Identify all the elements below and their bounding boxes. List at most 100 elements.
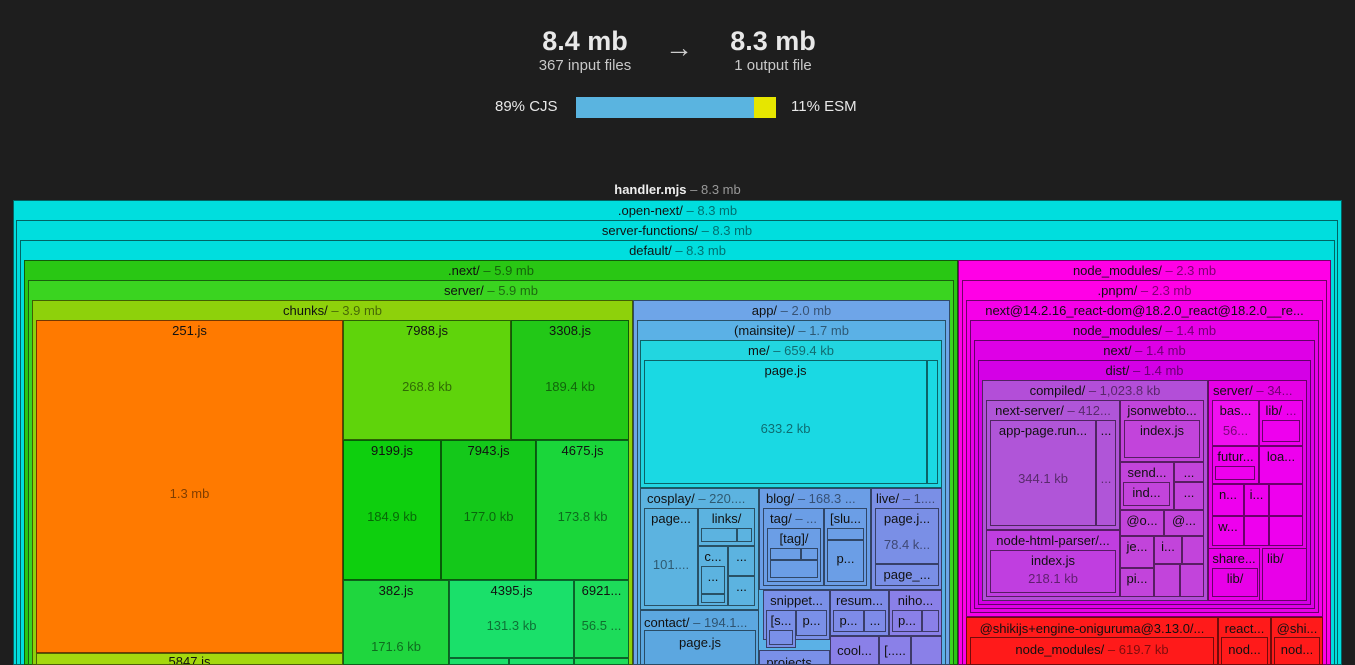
- node-bas[interactable]: bas... 56...: [1212, 400, 1259, 446]
- file-name: ...: [869, 613, 881, 628]
- file-name: 4395.js: [490, 583, 533, 598]
- node-header: projects...: [766, 655, 823, 665]
- file-7943[interactable]: 7943.js 177.0 kb: [441, 440, 536, 580]
- file-cosplay-page[interactable]: page... 101....: [644, 508, 698, 606]
- file-small[interactable]: [770, 548, 801, 560]
- file-jsonwebto-index[interactable]: index.js: [1124, 420, 1200, 458]
- node-header: node-html-parser/...: [996, 533, 1110, 548]
- file-small[interactable]: p...: [796, 610, 827, 636]
- node-shi-nod[interactable]: nod...: [1274, 637, 1320, 665]
- file-382[interactable]: 382.js 171.6 kb: [343, 580, 449, 665]
- file-9199[interactable]: 9199.js 184.9 kb: [343, 440, 441, 580]
- node-cool[interactable]: cool...: [830, 636, 879, 665]
- node-at-o[interactable]: @o...: [1120, 510, 1164, 536]
- node-header: i...: [1249, 487, 1264, 502]
- node-i2[interactable]: i...: [1244, 484, 1269, 516]
- file-small[interactable]: [737, 528, 752, 542]
- node-header: @o...: [1126, 513, 1158, 528]
- file-small[interactable]: p...: [892, 610, 922, 632]
- file-small[interactable]: [574, 658, 629, 665]
- file-7988[interactable]: 7988.js 268.8 kb: [343, 320, 511, 440]
- file-small[interactable]: ... ...: [1096, 420, 1116, 526]
- file-name: index.js: [1139, 423, 1185, 438]
- node-lib2[interactable]: lib/: [1212, 568, 1258, 597]
- file-5847[interactable]: 5847.js: [36, 653, 343, 665]
- file-small[interactable]: [1154, 564, 1180, 597]
- file-small[interactable]: [1244, 516, 1269, 546]
- node-shiki-nm[interactable]: node_modules/ – 619.7 kb: [970, 637, 1214, 665]
- file-small[interactable]: [827, 528, 864, 540]
- file-small[interactable]: [801, 548, 818, 560]
- node-lib3[interactable]: lib/: [1262, 548, 1307, 601]
- file-name: ind...: [1132, 485, 1161, 500]
- file-name: ...: [1183, 465, 1195, 480]
- file-live-page[interactable]: page.j... 78.4 k...: [875, 508, 939, 564]
- file-small[interactable]: [1215, 466, 1255, 480]
- file-name: 5847.js: [168, 654, 211, 665]
- node-header: [.....: [884, 643, 906, 658]
- node-i[interactable]: i...: [1154, 536, 1182, 564]
- file-small[interactable]: [911, 636, 942, 665]
- node-header: server-functions/ – 8.3 mb: [601, 223, 753, 238]
- file-small[interactable]: [1269, 516, 1303, 546]
- file-size: 344.1 kb: [1018, 471, 1068, 486]
- file-small[interactable]: [509, 658, 574, 665]
- node-header: next-server/ – 412...: [995, 403, 1111, 418]
- file-small[interactable]: [1269, 484, 1303, 516]
- node-je[interactable]: je...: [1120, 536, 1154, 568]
- file-html-parser-index[interactable]: index.js 218.1 kb: [990, 550, 1116, 593]
- file-small[interactable]: ...: [864, 610, 886, 632]
- file-name: 3308.js: [549, 323, 591, 338]
- file-name: page.j...: [883, 511, 931, 526]
- node-header: send...: [1127, 465, 1167, 480]
- file-small[interactable]: [1180, 564, 1204, 597]
- node-bracket[interactable]: [.....: [879, 636, 911, 665]
- file-small[interactable]: [449, 658, 509, 665]
- file-3308[interactable]: 3308.js 189.4 kb: [511, 320, 629, 440]
- root-title[interactable]: handler.mjs – 8.3 mb: [13, 182, 1342, 197]
- output-files: 1 output file: [734, 57, 812, 74]
- file-251[interactable]: 251.js 1.3 mb: [36, 320, 343, 653]
- file-app-page[interactable]: app-page.run... 344.1 kb: [990, 420, 1096, 526]
- node-header: lib/: [1226, 571, 1244, 586]
- node-loa[interactable]: loa...: [1259, 446, 1303, 484]
- node-header: app/ – 2.0 mb: [751, 303, 832, 318]
- file-small[interactable]: [701, 594, 725, 603]
- file-small[interactable]: ...: [701, 566, 725, 594]
- node-header: next/ – 1.4 mb: [1103, 343, 1186, 358]
- node-react-nod[interactable]: nod...: [1221, 637, 1268, 665]
- node-header: [tag]/: [779, 531, 809, 546]
- file-small[interactable]: [1182, 536, 1204, 564]
- file-size: 78.4 k...: [883, 537, 931, 552]
- file-me-page[interactable]: page.js 633.2 kb: [644, 360, 927, 484]
- file-small[interactable]: [927, 360, 938, 484]
- file-small[interactable]: ind...: [1123, 482, 1170, 506]
- node-header: resum...: [836, 593, 883, 608]
- file-4675[interactable]: 4675.js 173.8 kb: [536, 440, 629, 580]
- file-4395[interactable]: 4395.js 131.3 kb: [449, 580, 574, 658]
- file-live-page2[interactable]: page_...: [875, 564, 939, 586]
- node-header: @shikijs+engine-oniguruma@3.13.0/...: [979, 621, 1205, 636]
- file-small[interactable]: p...: [827, 540, 864, 582]
- node-pi[interactable]: pi...: [1120, 568, 1154, 597]
- file-name: ...: [1100, 471, 1112, 486]
- file-small[interactable]: p...: [833, 610, 864, 632]
- file-small[interactable]: [769, 630, 793, 645]
- file-name: ...: [1183, 485, 1195, 500]
- file-small[interactable]: [770, 560, 818, 578]
- node-n[interactable]: n...: [1212, 484, 1244, 516]
- file-small[interactable]: ...: [728, 576, 755, 606]
- node-at[interactable]: @...: [1164, 510, 1204, 536]
- file-small[interactable]: [1262, 420, 1300, 442]
- file-small[interactable]: ...: [728, 546, 755, 576]
- file-small[interactable]: [922, 610, 939, 632]
- file-small[interactable]: ...: [1174, 462, 1204, 482]
- file-contact-page[interactable]: page.js: [644, 630, 756, 665]
- file-small[interactable]: ...: [1174, 482, 1204, 510]
- esm-label: 11% ESM: [791, 98, 857, 115]
- node-header: i...: [1161, 539, 1175, 554]
- node-projects[interactable]: projects...: [759, 650, 830, 665]
- file-small[interactable]: [701, 528, 737, 542]
- file-6921[interactable]: 6921... 56.5 ...: [574, 580, 629, 658]
- node-w[interactable]: w...: [1212, 516, 1244, 546]
